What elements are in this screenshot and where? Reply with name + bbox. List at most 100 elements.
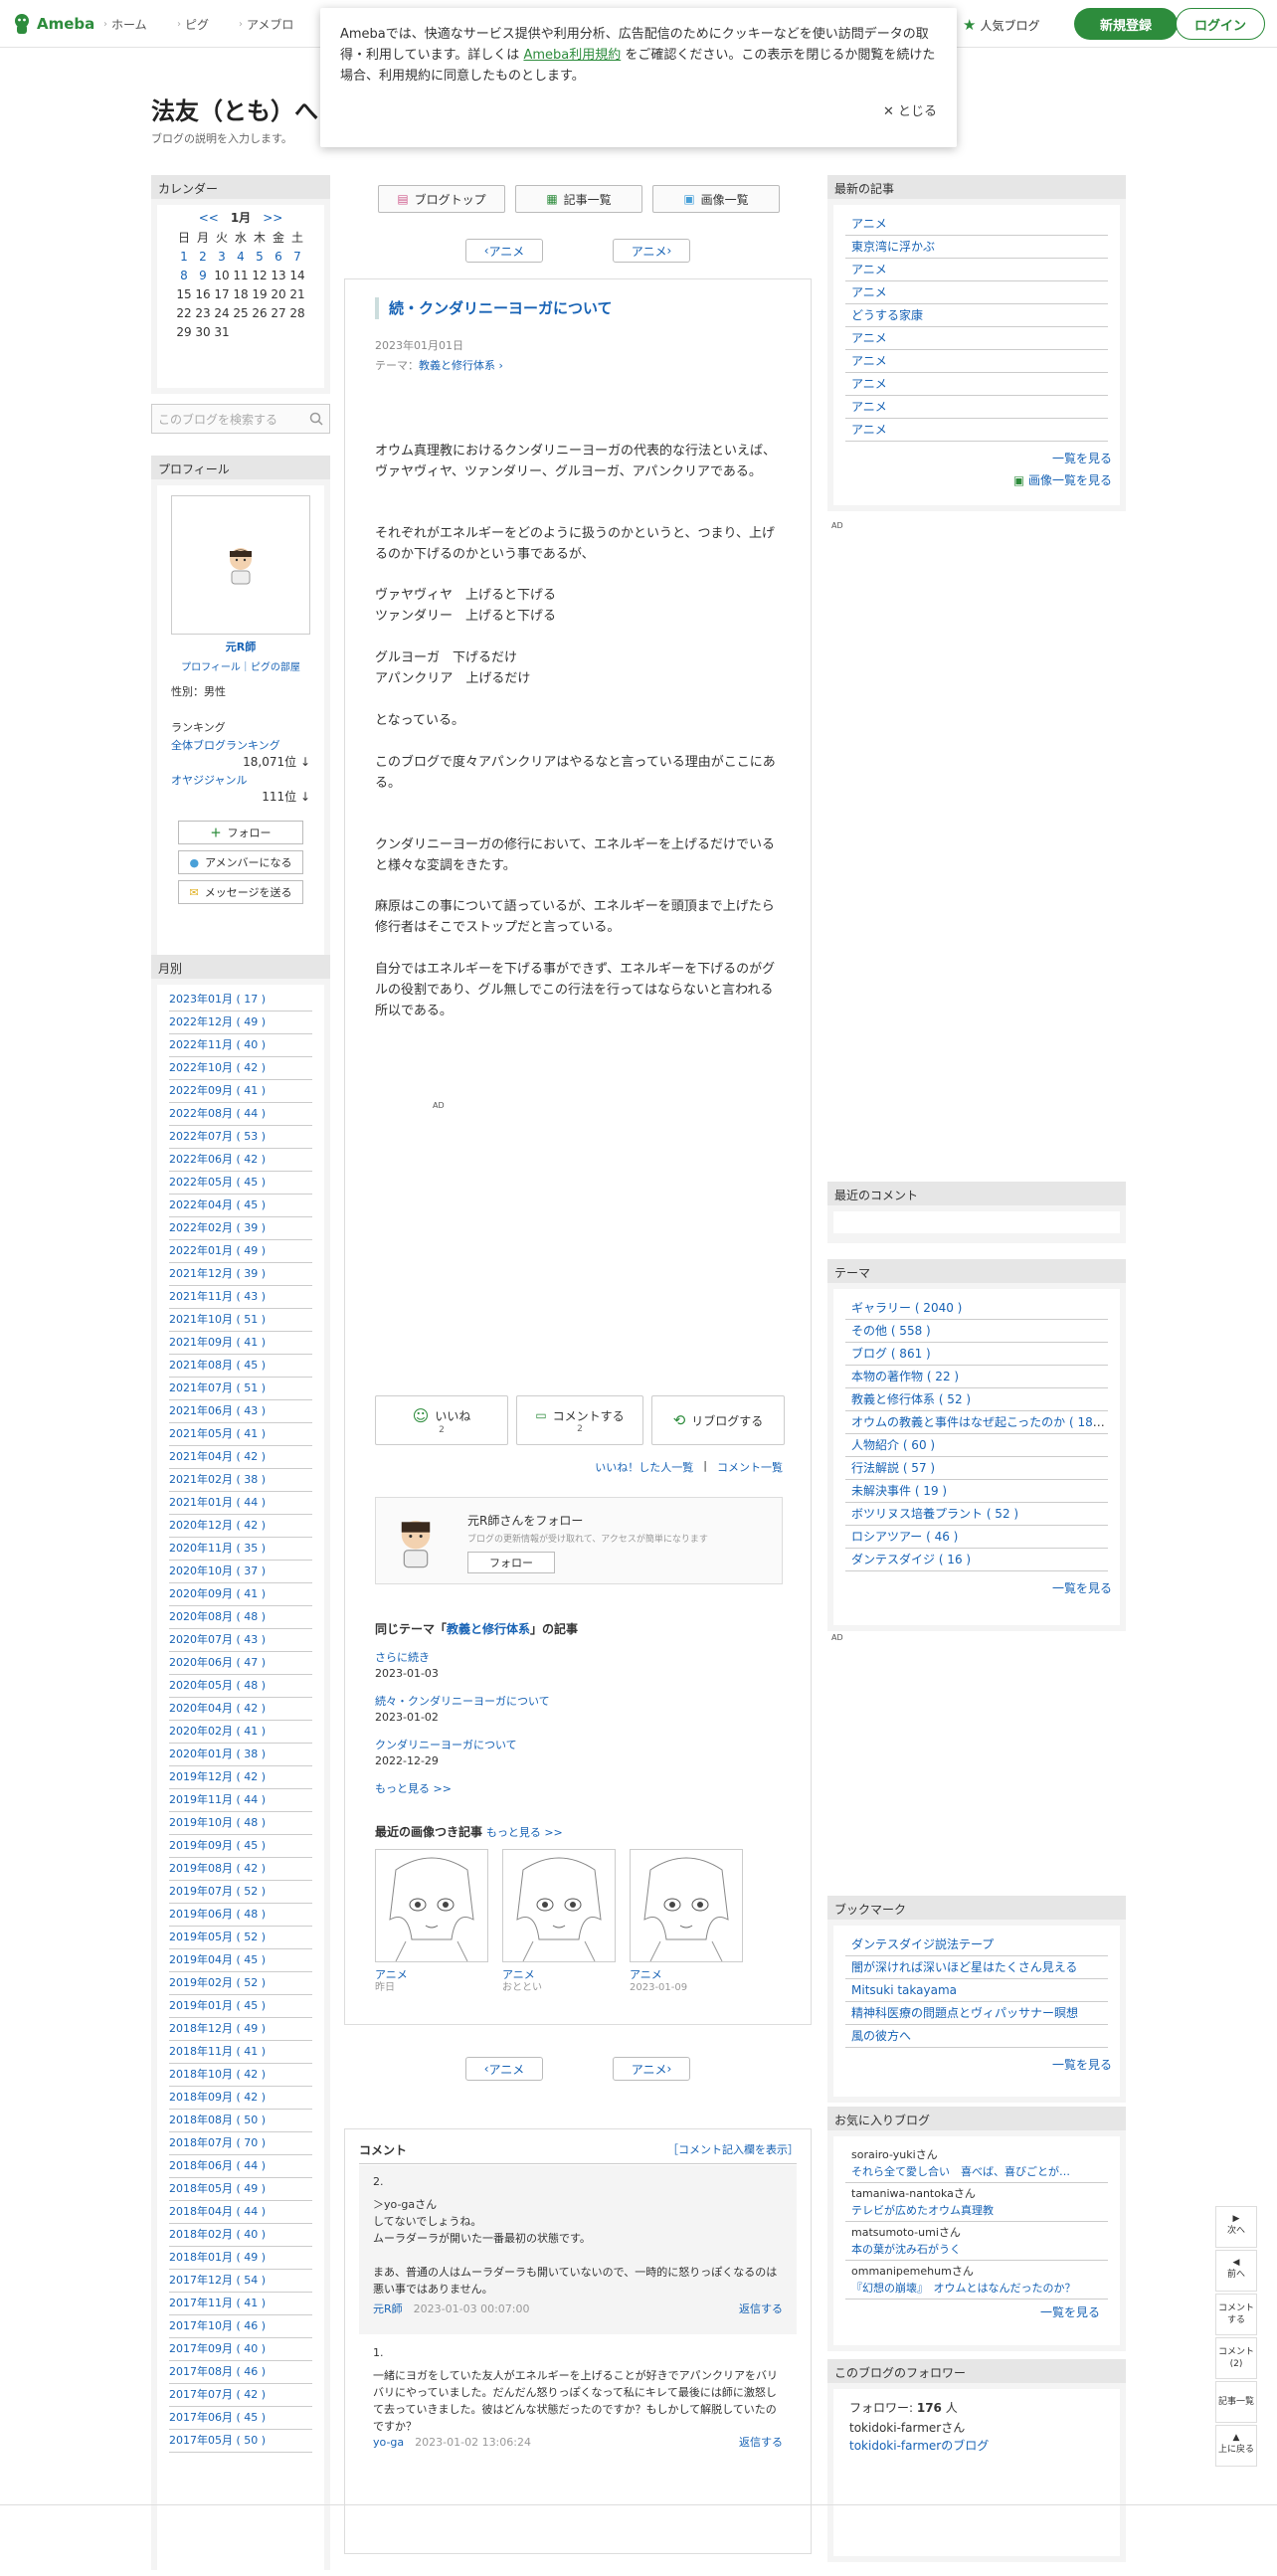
- like-button[interactable]: ☺ いいね 2: [375, 1395, 508, 1445]
- archive-month-link[interactable]: 2020年05月 ( 48 ): [169, 1675, 312, 1698]
- same-theme-more-link[interactable]: もっと見る >>: [375, 1781, 550, 1797]
- archive-month-link[interactable]: 2021年05月 ( 41 ): [169, 1423, 312, 1446]
- archive-month-link[interactable]: 2022年01月 ( 49 ): [169, 1240, 312, 1263]
- list-item-link[interactable]: 行法解説 ( 57 ): [851, 1461, 935, 1475]
- archive-month-link[interactable]: 2021年08月 ( 45 ): [169, 1355, 312, 1378]
- recent-image-thumbnail[interactable]: [375, 1849, 488, 1962]
- recent-image-title[interactable]: アニメ: [630, 1968, 687, 1981]
- show-comment-form-link[interactable]: ［コメント記入欄を表示］: [667, 2141, 799, 2157]
- calendar-prev[interactable]: <<: [199, 211, 219, 225]
- list-item-link[interactable]: 教義と修行体系 ( 52 ): [851, 1392, 971, 1406]
- calendar-day[interactable]: 9: [194, 266, 213, 284]
- float-comment-button[interactable]: コメントする: [1215, 2294, 1257, 2335]
- archive-month-link[interactable]: 2017年08月 ( 46 ): [169, 2361, 312, 2384]
- archive-month-link[interactable]: 2020年12月 ( 42 ): [169, 1515, 312, 1538]
- archive-month-link[interactable]: 2022年04月 ( 45 ): [169, 1195, 312, 1217]
- register-button[interactable]: 新規登録: [1074, 8, 1178, 40]
- nav-pigg[interactable]: › ピグ: [177, 16, 209, 33]
- archive-month-link[interactable]: 2018年12月 ( 49 ): [169, 2018, 312, 2041]
- archive-month-link[interactable]: 2018年05月 ( 49 ): [169, 2178, 312, 2201]
- archive-month-link[interactable]: 2022年02月 ( 39 ): [169, 1217, 312, 1240]
- list-item-link[interactable]: ブログ ( 861 ): [851, 1347, 931, 1361]
- profile-name[interactable]: 元R師: [226, 641, 256, 653]
- archive-month-link[interactable]: 2018年06月 ( 44 ): [169, 2155, 312, 2178]
- list-item-link[interactable]: アニメ: [851, 285, 887, 299]
- list-item-link[interactable]: 精神科医療の問題点とヴィパッサナー瞑想: [851, 2006, 1078, 2020]
- float-top-button[interactable]: ▲ 上に戻る: [1215, 2425, 1257, 2467]
- recent-image-thumbnail[interactable]: [630, 1849, 743, 1962]
- list-item-link[interactable]: 人物紹介 ( 60 ): [851, 1438, 935, 1452]
- tab-image-list[interactable]: ▣ 画像一覧: [652, 185, 780, 213]
- follower-blog-link[interactable]: tokidoki-farmerのブログ: [849, 2437, 1104, 2455]
- calendar-next[interactable]: >>: [263, 211, 282, 225]
- prev-article-button[interactable]: ‹ アニメ: [465, 239, 543, 263]
- archive-month-link[interactable]: 2022年07月 ( 53 ): [169, 1126, 312, 1149]
- message-button[interactable]: ✉ メッセージを送る: [178, 880, 303, 904]
- terms-link[interactable]: Ameba利用規約: [523, 48, 621, 63]
- archive-month-link[interactable]: 2020年10月 ( 37 ): [169, 1561, 312, 1583]
- blog-search[interactable]: このブログを検索する: [151, 404, 330, 434]
- list-item-link[interactable]: どうする家康: [851, 308, 923, 322]
- archive-month-link[interactable]: 2020年01月 ( 38 ): [169, 1744, 312, 1766]
- archive-month-link[interactable]: 2019年10月 ( 48 ): [169, 1812, 312, 1835]
- recent-images-more-link[interactable]: もっと見る >>: [486, 1826, 563, 1839]
- calendar-day[interactable]: 5: [251, 247, 270, 266]
- float-comments-button[interactable]: コメント(2): [1215, 2337, 1257, 2379]
- archive-month-link[interactable]: 2018年07月 ( 70 ): [169, 2132, 312, 2155]
- archive-month-link[interactable]: 2021年06月 ( 43 ): [169, 1400, 312, 1423]
- favorite-blog-link[interactable]: それら全て愛し合い 喜べば、喜びごとが…: [851, 2163, 1108, 2180]
- list-item-link[interactable]: 本物の著作物 ( 22 ): [851, 1370, 959, 1383]
- list-item-link[interactable]: その他 ( 558 ): [851, 1324, 931, 1338]
- archive-month-link[interactable]: 2020年07月 ( 43 ): [169, 1629, 312, 1652]
- archive-month-link[interactable]: 2017年12月 ( 54 ): [169, 2270, 312, 2293]
- search-input[interactable]: このブログを検索する: [158, 411, 277, 428]
- recent-image-title[interactable]: アニメ: [375, 1968, 408, 1981]
- follow-button[interactable]: ＋ フォロー: [178, 821, 303, 844]
- next-article-button[interactable]: アニメ ›: [613, 239, 690, 263]
- archive-month-link[interactable]: 2017年10月 ( 46 ): [169, 2315, 312, 2338]
- login-button[interactable]: ログイン: [1176, 8, 1265, 40]
- archive-month-link[interactable]: 2022年10月 ( 42 ): [169, 1057, 312, 1080]
- list-item-link[interactable]: アニメ: [851, 263, 887, 276]
- archive-month-link[interactable]: 2017年07月 ( 42 ): [169, 2384, 312, 2407]
- archive-month-link[interactable]: 2019年04月 ( 45 ): [169, 1949, 312, 1972]
- list-item-link[interactable]: 東京湾に浮かぶ: [851, 240, 935, 254]
- archive-month-link[interactable]: 2018年10月 ( 42 ): [169, 2064, 312, 2087]
- archive-month-link[interactable]: 2017年05月 ( 50 ): [169, 2430, 312, 2453]
- reply-button[interactable]: 返信する: [739, 2434, 783, 2450]
- float-prev-button[interactable]: ◀ 前へ: [1215, 2250, 1257, 2292]
- favorite-blog-link[interactable]: 本の葉が沈み石がうく: [851, 2241, 1108, 2258]
- archive-month-link[interactable]: 2019年12月 ( 42 ): [169, 1766, 312, 1789]
- archive-month-link[interactable]: 2019年11月 ( 44 ): [169, 1789, 312, 1812]
- archive-month-link[interactable]: 2019年05月 ( 52 ): [169, 1927, 312, 1949]
- calendar-day[interactable]: 2: [194, 247, 213, 266]
- archive-month-link[interactable]: 2022年12月 ( 49 ): [169, 1012, 312, 1034]
- comment-author[interactable]: yo-ga: [373, 2436, 404, 2449]
- comment-list-link[interactable]: コメント一覧: [717, 1459, 783, 1475]
- tab-blog-top[interactable]: ▤ ブログトップ: [378, 185, 505, 213]
- calendar-day[interactable]: 7: [288, 247, 307, 266]
- archive-month-link[interactable]: 2019年07月 ( 52 ): [169, 1881, 312, 1904]
- archive-month-link[interactable]: 2021年01月 ( 44 ): [169, 1492, 312, 1515]
- list-item-link[interactable]: 未解決事件 ( 19 ): [851, 1484, 947, 1498]
- list-item-link[interactable]: アニメ: [851, 331, 887, 345]
- list-item-link[interactable]: ボツリヌス培養プラント ( 52 ): [851, 1507, 1018, 1521]
- archive-month-link[interactable]: 2020年08月 ( 48 ): [169, 1606, 312, 1629]
- archive-month-link[interactable]: 2022年09月 ( 41 ): [169, 1080, 312, 1103]
- archive-month-link[interactable]: 2021年09月 ( 41 ): [169, 1332, 312, 1355]
- archive-month-link[interactable]: 2018年04月 ( 44 ): [169, 2201, 312, 2224]
- archive-month-link[interactable]: 2020年09月 ( 41 ): [169, 1583, 312, 1606]
- favorite-blog-link[interactable]: テレビが広めたオウム真理教: [851, 2202, 1108, 2219]
- archive-month-link[interactable]: 2018年02月 ( 40 ): [169, 2224, 312, 2247]
- same-theme-item[interactable]: 続々・クンダリニーヨーガについて: [375, 1694, 550, 1710]
- archive-month-link[interactable]: 2022年08月 ( 44 ): [169, 1103, 312, 1126]
- calendar-day[interactable]: 8: [175, 266, 194, 284]
- list-item-link[interactable]: Mitsuki takayama: [851, 1983, 957, 1997]
- archive-month-link[interactable]: 2021年02月 ( 38 ): [169, 1469, 312, 1492]
- list-item-link[interactable]: アニメ: [851, 354, 887, 368]
- archive-month-link[interactable]: 2020年11月 ( 35 ): [169, 1538, 312, 1561]
- list-item-link[interactable]: アニメ: [851, 217, 887, 231]
- nav-ameblo[interactable]: › アメブロ: [239, 16, 293, 33]
- recent-images-link[interactable]: ▣ 画像一覧を見る: [833, 467, 1120, 489]
- archive-month-link[interactable]: 2017年11月 ( 41 ): [169, 2293, 312, 2315]
